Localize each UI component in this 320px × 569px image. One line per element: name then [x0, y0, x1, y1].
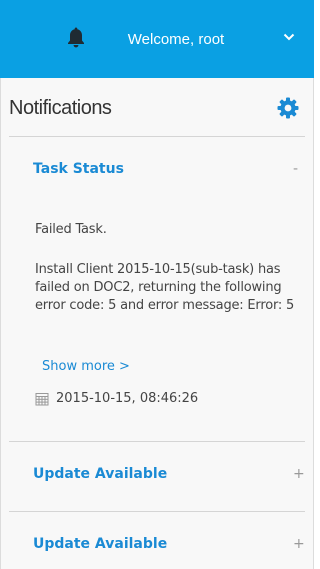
bell-icon — [68, 27, 84, 48]
section-title-update-available[interactable]: Update Available — [33, 466, 167, 482]
gear-icon[interactable] — [277, 97, 299, 119]
notifications-panel: Notifications Task Status - Failed Task.… — [0, 78, 314, 569]
welcome-text: Welcome, root — [127, 30, 225, 48]
expand-toggle[interactable]: + — [293, 536, 305, 552]
user-menu-header[interactable]: Welcome, root — [0, 0, 314, 78]
task-message: Install Client 2015-10-15(sub-task) has … — [35, 262, 295, 313]
panel-title: Notifications — [9, 97, 112, 119]
section-title-update-available[interactable]: Update Available — [33, 536, 167, 552]
calendar-icon — [35, 392, 49, 405]
panel-title-row: Notifications — [1, 78, 313, 136]
collapse-toggle[interactable]: - — [293, 161, 298, 177]
task-timestamp-row: 2015-10-15, 08:46:26 — [35, 391, 198, 406]
divider — [9, 511, 305, 512]
chevron-down-icon[interactable] — [283, 33, 295, 41]
task-timestamp: 2015-10-15, 08:46:26 — [56, 391, 199, 406]
show-more-link[interactable]: Show more > — [42, 359, 130, 374]
task-summary: Failed Task. — [35, 222, 107, 237]
divider — [9, 441, 305, 442]
expand-toggle[interactable]: + — [293, 466, 305, 482]
divider — [9, 136, 305, 137]
section-title-task-status[interactable]: Task Status — [33, 161, 124, 177]
